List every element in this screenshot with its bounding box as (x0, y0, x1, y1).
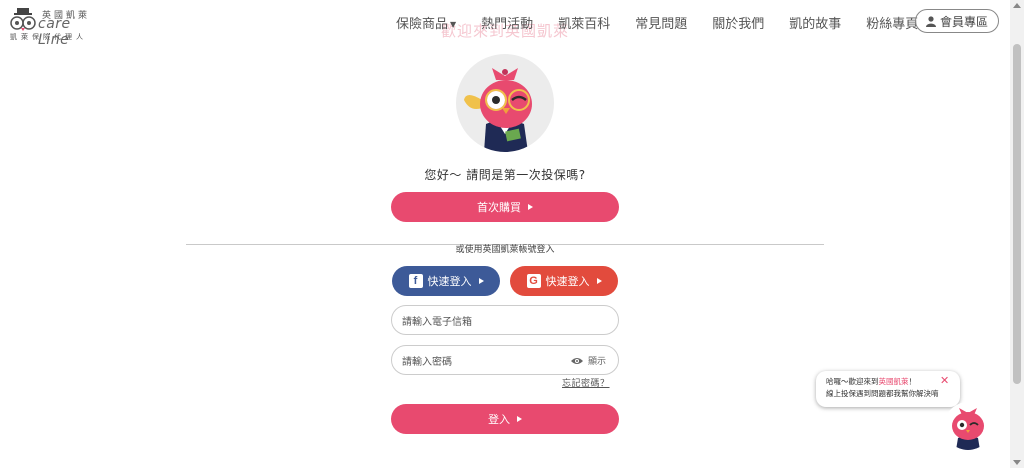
scroll-up-arrow-icon[interactable] (1013, 3, 1021, 8)
password-placeholder: 請輸入密碼 (402, 356, 452, 368)
divider-text: 或使用英國凱萊帳號登入 (449, 245, 561, 255)
owl-mascot-icon (464, 68, 532, 152)
play-arrow-icon (596, 278, 602, 284)
nav-faq[interactable]: 常見問題 (635, 13, 687, 32)
chat-line-1-highlight: 英國凱萊 (878, 377, 909, 386)
user-icon (925, 15, 936, 27)
chat-line-1: 哈囉～歡迎來到英國凱萊！ (826, 376, 952, 388)
show-password-label: 顯示 (587, 357, 606, 367)
email-input[interactable]: 請輸入電子信箱 (391, 305, 619, 335)
login-label: 登入 (488, 413, 510, 426)
password-input[interactable]: 請輸入密碼 顯示 (391, 345, 619, 375)
play-arrow-icon (478, 278, 484, 284)
eye-icon (570, 357, 583, 364)
nav-encyclopedia[interactable]: 凱萊百科 (558, 13, 610, 32)
nav-about-us[interactable]: 關於我們 (712, 13, 764, 32)
owl-mascot-icon (952, 408, 984, 450)
first-buy-label: 首次購買 (477, 201, 521, 214)
caret-down-icon: ▼ (450, 19, 457, 29)
google-login-button[interactable]: G 快速登入 (510, 266, 618, 296)
play-arrow-icon (517, 416, 522, 422)
first-buy-button[interactable]: 首次購買 (391, 192, 619, 222)
chat-line-1-prefix: 哈囉～歡迎來到 (826, 377, 879, 386)
chat-bubble[interactable]: 哈囉～歡迎來到英國凱萊！ 線上投保遇到問題都我幫你解決唷 (816, 371, 960, 407)
nav-insurance-products[interactable]: 保險商品 ▼ (396, 13, 456, 32)
facebook-login-label: 快速登入 (427, 275, 472, 288)
nav-fan-page[interactable]: 粉絲專頁 (866, 13, 918, 32)
chat-line-1-suffix: ！ (908, 377, 917, 386)
nav-hot-events[interactable]: 熱門活動 (481, 13, 533, 32)
nav-kai-story[interactable]: 凱的故事 (789, 13, 841, 32)
site-header: 英國凱萊 care Line 凱萊保險代理人 歡迎來到英國凱萊 保險商品 ▼ 熱門… (0, 0, 1010, 48)
chat-line-2: 線上投保遇到問題都我幫你解決唷 (826, 389, 939, 398)
facebook-icon: f (408, 274, 423, 288)
google-login-label: 快速登入 (545, 275, 590, 288)
google-icon: G (526, 274, 541, 288)
member-area-label: 會員專區 (939, 14, 988, 29)
scroll-down-arrow-icon[interactable] (1013, 460, 1021, 465)
main-nav: 保險商品 ▼ 熱門活動 凱萊百科 常見問題 關於我們 凱的故事 粉絲專頁 (396, 10, 943, 34)
forgot-password-link[interactable]: 忘記密碼？ (562, 376, 610, 389)
play-arrow-icon (528, 204, 533, 210)
email-placeholder: 請輸入電子信箱 (402, 316, 472, 328)
greeting-text: 您好～ 請問是第一次投保嗎? (424, 168, 586, 182)
close-icon[interactable]: ✕ (940, 374, 949, 387)
chat-owl-avatar[interactable] (944, 402, 992, 450)
facebook-login-button[interactable]: f 快速登入 (392, 266, 500, 296)
login-button[interactable]: 登入 (391, 404, 619, 434)
show-password-toggle[interactable]: 顯示 (570, 354, 606, 367)
page-scrollbar[interactable] (1010, 0, 1024, 468)
owl-mascot-avatar (456, 54, 554, 152)
scroll-thumb[interactable] (1013, 44, 1021, 384)
divider-text-wrap: 或使用英國凱萊帳號登入 (0, 237, 1010, 256)
nav-insurance-products-label: 保險商品 (396, 16, 449, 32)
member-area-button[interactable]: 會員專區 (915, 9, 999, 33)
